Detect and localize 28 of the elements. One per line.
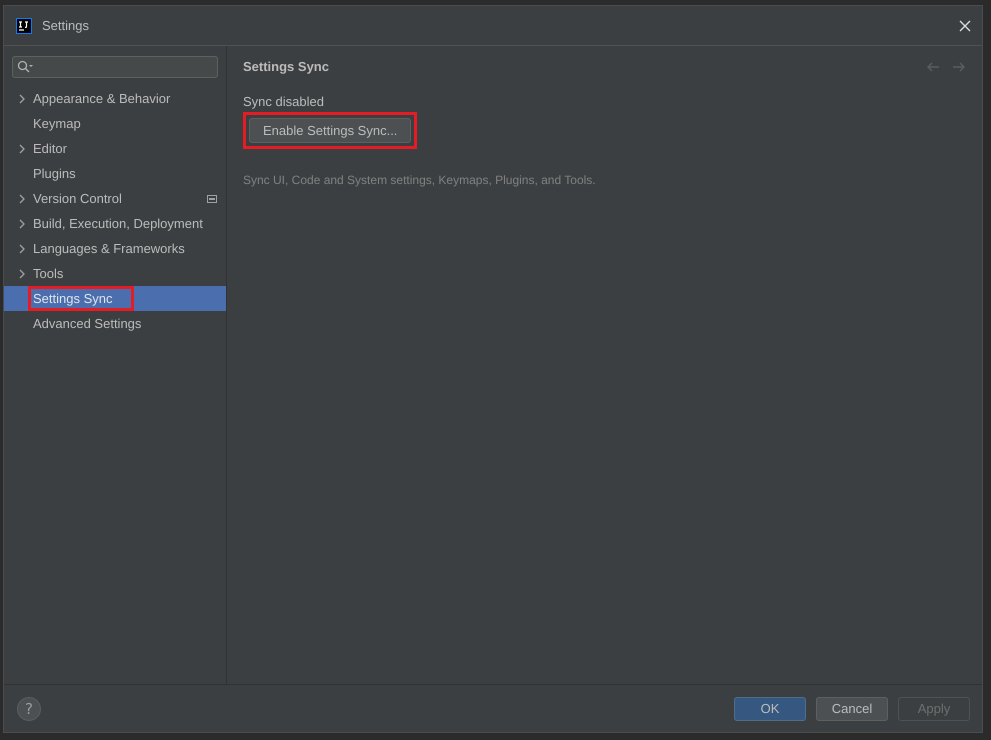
sidebar-item[interactable]: Keymap (4, 111, 226, 136)
sync-status: Sync disabled (243, 94, 324, 109)
window-title: Settings (42, 18, 90, 33)
sidebar-item[interactable]: Editor (4, 136, 226, 161)
chevron-right-icon[interactable] (17, 268, 27, 278)
chevron-right-icon[interactable] (17, 194, 27, 204)
sidebar-item[interactable]: Advanced Settings (4, 311, 226, 336)
dialog-button[interactable]: Cancel (816, 696, 888, 720)
sidebar-item[interactable]: Build, Execution, Deployment (4, 211, 226, 236)
sidebar-item[interactable]: Plugins (4, 161, 226, 186)
chevron-right-icon[interactable] (17, 94, 27, 104)
description-text: Sync UI, Code and System settings, Keymaps, Plugins, and Tools. (243, 173, 596, 187)
chevron-right-icon[interactable] (17, 144, 27, 154)
sidebar-item[interactable]: Appearance & Behavior (4, 86, 226, 111)
sidebar-item[interactable]: Languages & Frameworks (4, 236, 226, 261)
search-icon (17, 60, 33, 74)
sidebar-item[interactable]: Version Control (4, 186, 226, 211)
search-field[interactable] (12, 56, 218, 78)
help-button[interactable]: ? (17, 696, 41, 720)
dialog-button[interactable]: OK (734, 696, 806, 720)
app-logo-icon (16, 18, 32, 34)
page-title: Settings Sync (243, 59, 330, 74)
enable-sync-button[interactable]: Enable Settings Sync... (249, 118, 412, 143)
sidebar-item[interactable]: Settings Sync (4, 286, 226, 311)
chevron-right-icon[interactable] (17, 218, 27, 228)
sidebar-item[interactable]: Tools (4, 261, 226, 286)
close-button[interactable] (958, 18, 972, 32)
chevron-right-icon[interactable] (17, 244, 27, 254)
